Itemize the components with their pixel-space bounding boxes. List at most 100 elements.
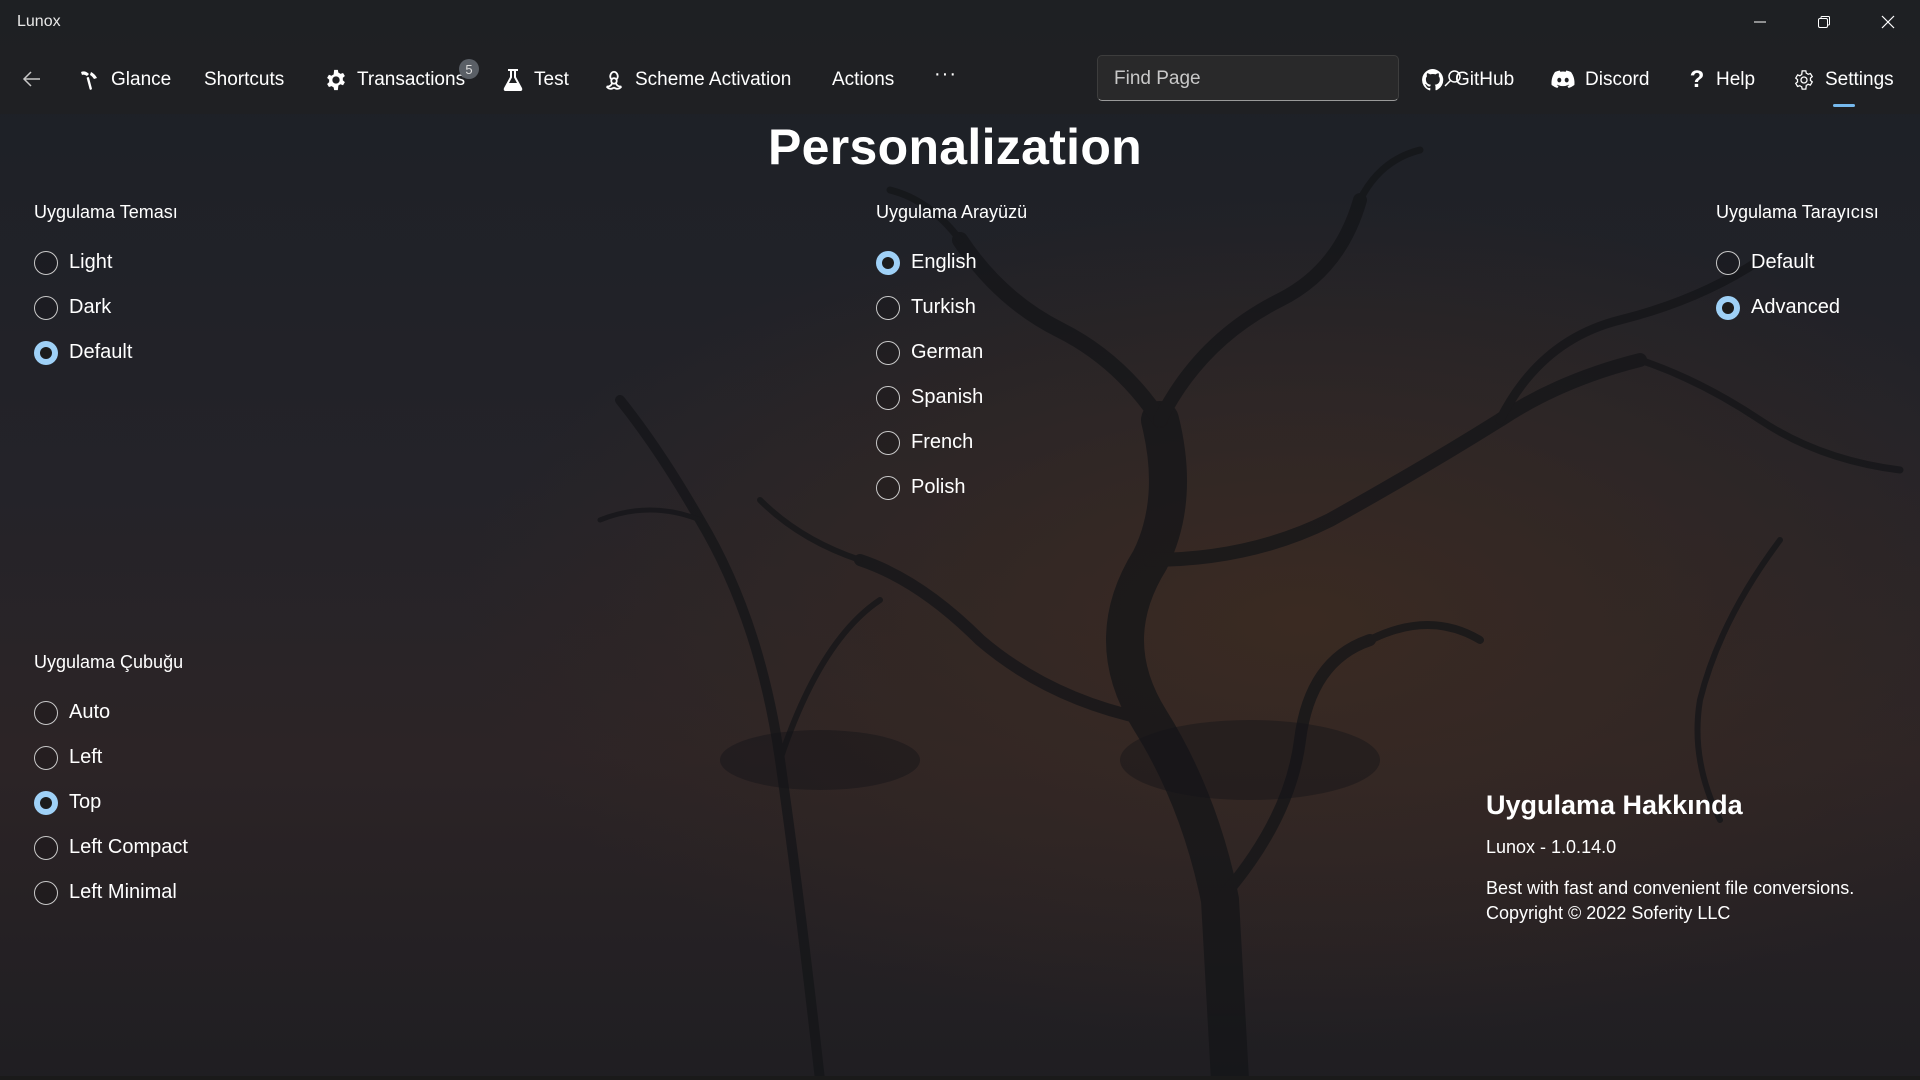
top-navigation-bar: Glance Shortcuts Transactions 5 Test Sch…	[0, 44, 1920, 114]
theme-group-label: Uygulama Teması	[34, 202, 178, 222]
theme-radio-group: Uygulama Teması Light Dark Default	[34, 200, 178, 375]
back-button[interactable]	[16, 63, 48, 95]
radio-label: Left Minimal	[69, 881, 177, 903]
nav-item-github[interactable]: GitHub	[1421, 64, 1514, 96]
nav-item-test[interactable]: Test	[502, 64, 569, 96]
radio-label: German	[911, 341, 984, 363]
radio-button-selected[interactable]	[876, 250, 900, 275]
nav-item-settings[interactable]: Settings	[1793, 64, 1894, 96]
nav-item-actions[interactable]: Actions	[832, 64, 894, 96]
radio-label: Default	[69, 341, 133, 363]
bar-option-auto[interactable]: Auto	[34, 690, 188, 735]
nav-label-scheme-activation: Scheme Activation	[635, 69, 792, 90]
biohazard-icon	[605, 70, 623, 90]
language-option-english[interactable]: English	[876, 240, 1027, 285]
settings-gear-icon	[1794, 70, 1814, 90]
radio-button-selected[interactable]	[1716, 295, 1740, 320]
bar-option-top[interactable]: Top	[34, 780, 188, 825]
radio-button[interactable]	[34, 700, 58, 725]
bar-option-left-minimal[interactable]: Left Minimal	[34, 870, 188, 915]
nav-item-discord[interactable]: Discord	[1551, 64, 1649, 96]
restore-button[interactable]	[1792, 0, 1856, 44]
nav-label-actions: Actions	[832, 69, 895, 90]
radio-button[interactable]	[34, 250, 58, 275]
language-option-german[interactable]: German	[876, 330, 1027, 375]
about-version: Lunox - 1.0.14.0	[1486, 837, 1617, 857]
bar-option-left-compact[interactable]: Left Compact	[34, 825, 188, 870]
radio-button[interactable]	[876, 430, 900, 455]
browser-group-label: Uygulama Tarayıcısı	[1716, 202, 1879, 222]
nav-label-shortcuts: Shortcuts	[204, 69, 285, 90]
radio-button[interactable]	[876, 340, 900, 365]
nav-item-scheme-activation[interactable]: Scheme Activation	[603, 64, 791, 96]
browser-option-advanced[interactable]: Advanced	[1716, 285, 1879, 330]
radio-label: Turkish	[911, 296, 976, 318]
minimize-button[interactable]	[1728, 0, 1792, 44]
radio-label: Spanish	[911, 386, 984, 408]
minimize-icon	[1754, 21, 1766, 23]
radio-button[interactable]	[1716, 250, 1740, 275]
arrow-left-icon	[22, 71, 40, 87]
github-icon	[1422, 69, 1444, 91]
radio-label: Polish	[911, 476, 966, 498]
language-option-spanish[interactable]: Spanish	[876, 375, 1027, 420]
theme-option-light[interactable]: Light	[34, 240, 178, 285]
about-copyright: Copyright © 2022 Soferity LLC	[1486, 903, 1731, 923]
nav-label-discord: Discord	[1585, 69, 1650, 90]
nav-label-settings: Settings	[1825, 69, 1894, 90]
page-title: Personalization	[767, 119, 1143, 175]
gear-cog-icon	[327, 69, 345, 91]
radio-label: Dark	[69, 296, 112, 318]
nav-item-glance[interactable]: Glance	[77, 64, 171, 96]
radio-label: English	[911, 251, 977, 273]
radio-button[interactable]	[876, 295, 900, 320]
find-page-search-box[interactable]	[1097, 55, 1461, 102]
language-option-french[interactable]: French	[876, 420, 1027, 465]
nav-label-glance: Glance	[111, 69, 172, 90]
radio-label: French	[911, 431, 974, 453]
about-section: Uygulama Hakkında Lunox - 1.0.14.0 Best …	[1486, 790, 1854, 926]
nav-item-shortcuts[interactable]: Shortcuts	[204, 64, 284, 96]
search-input[interactable]	[1112, 56, 1356, 102]
language-option-turkish[interactable]: Turkish	[876, 285, 1027, 330]
language-radio-group: Uygulama Arayüzü English Turkish German …	[876, 200, 1027, 510]
radio-button[interactable]	[34, 745, 58, 770]
app-title: Lunox	[17, 13, 61, 30]
nav-item-help[interactable]: ? Help	[1688, 64, 1755, 96]
close-icon	[1881, 15, 1895, 29]
app-bar-group-label: Uygulama Çubuğu	[34, 652, 184, 672]
radio-button[interactable]	[876, 385, 900, 410]
theme-option-default[interactable]: Default	[34, 330, 178, 375]
restore-icon	[1818, 16, 1830, 28]
radio-button-selected[interactable]	[34, 340, 58, 365]
more-button[interactable]: ···	[934, 58, 957, 90]
radio-label: Advanced	[1751, 296, 1840, 318]
theme-option-dark[interactable]: Dark	[34, 285, 178, 330]
bar-option-left[interactable]: Left	[34, 735, 188, 780]
nav-item-transactions[interactable]: Transactions	[325, 64, 465, 96]
about-description: Best with fast and convenient file conve…	[1486, 878, 1855, 898]
title-bar: Lunox	[0, 0, 1920, 44]
close-button[interactable]	[1856, 0, 1920, 44]
radio-button[interactable]	[34, 835, 58, 860]
radio-button[interactable]	[34, 295, 58, 320]
radio-label: Left	[69, 746, 103, 768]
selected-nav-indicator	[1833, 104, 1855, 107]
app-window: Lunox Glance Shortcuts Transactions 5 Te…	[0, 0, 1920, 1080]
nav-label-github: GitHub	[1455, 69, 1515, 90]
radio-button[interactable]	[876, 475, 900, 500]
question-icon: ?	[1689, 66, 1705, 93]
browser-option-default[interactable]: Default	[1716, 240, 1879, 285]
radio-label: Left Compact	[69, 836, 188, 858]
radio-label: Light	[69, 251, 113, 273]
radio-button-selected[interactable]	[34, 790, 58, 815]
radio-label: Auto	[69, 701, 111, 723]
transactions-count-badge: 5	[459, 59, 479, 79]
radio-label: Default	[1751, 251, 1815, 273]
more-icon: ···	[934, 62, 957, 85]
language-group-label: Uygulama Arayüzü	[876, 202, 1028, 222]
radio-label: Top	[69, 791, 102, 813]
radio-button[interactable]	[34, 880, 58, 905]
language-option-polish[interactable]: Polish	[876, 465, 1027, 510]
nav-label-help: Help	[1716, 69, 1756, 90]
